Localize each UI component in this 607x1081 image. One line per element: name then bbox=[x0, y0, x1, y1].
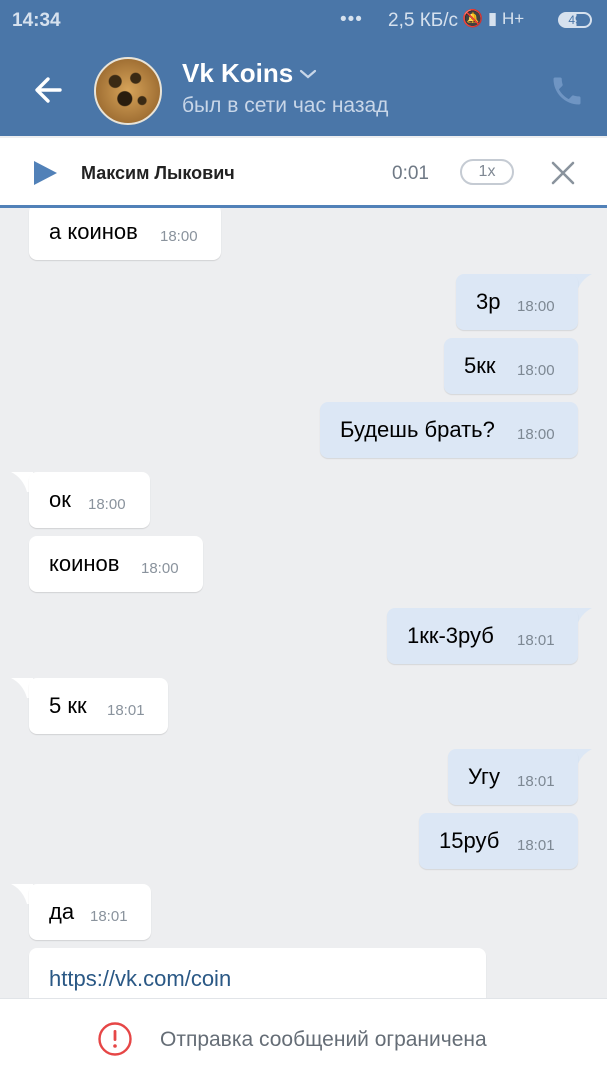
message-time: 18:00 bbox=[141, 560, 179, 577]
message-text: да bbox=[49, 899, 75, 924]
message-time: 18:00 bbox=[517, 298, 555, 315]
message-text: 5 кк bbox=[49, 693, 87, 718]
avatar[interactable] bbox=[94, 57, 162, 125]
message-time: 18:01 bbox=[107, 702, 145, 719]
signal-icons: 🔕 ▮ H+ bbox=[462, 9, 525, 28]
warning-icon bbox=[98, 1022, 132, 1056]
message-incoming[interactable]: а коинов 18:00 bbox=[29, 208, 221, 260]
message-outgoing[interactable]: Будешь брать? 18:00 bbox=[320, 402, 578, 458]
message-time: 18:01 bbox=[517, 773, 555, 790]
battery-icon: 49 bbox=[558, 12, 592, 28]
status-time: 14:34 bbox=[12, 10, 61, 31]
message-text: 5кк bbox=[464, 353, 496, 378]
message-list: а коинов 18:00 3р 18:00 5кк 18:00 Будешь… bbox=[0, 208, 607, 998]
play-icon[interactable] bbox=[30, 158, 60, 188]
audio-time: 0:01 bbox=[392, 163, 429, 184]
message-outgoing[interactable]: 5кк 18:00 bbox=[444, 338, 578, 394]
network-speed: 2,5 КБ/с bbox=[388, 10, 459, 31]
message-incoming[interactable]: ок 18:00 bbox=[29, 472, 150, 528]
message-text: 3р bbox=[476, 289, 501, 314]
message-time: 18:00 bbox=[160, 228, 198, 245]
restricted-banner: Отправка сообщений ограничена bbox=[0, 998, 607, 1081]
message-outgoing[interactable]: 15руб 18:01 bbox=[419, 813, 578, 869]
audio-author[interactable]: Максим Лыкович bbox=[81, 163, 235, 184]
chat-header: Vk Koins был в сети час назад bbox=[0, 44, 607, 136]
back-arrow-icon[interactable] bbox=[26, 66, 74, 114]
message-text: 15руб bbox=[439, 828, 500, 853]
playback-speed-button[interactable]: 1x bbox=[460, 159, 514, 185]
message-outgoing[interactable]: Угу 18:01 bbox=[448, 749, 578, 805]
chat-title[interactable]: Vk Koins bbox=[182, 58, 293, 89]
message-outgoing[interactable]: 3р 18:00 bbox=[456, 274, 578, 330]
link-text[interactable]: https://vk.com/coin bbox=[49, 966, 231, 992]
message-text: коинов bbox=[49, 551, 120, 576]
message-text: ок bbox=[49, 487, 71, 512]
phone-icon[interactable] bbox=[549, 73, 585, 109]
message-incoming[interactable]: да 18:01 bbox=[29, 884, 151, 940]
audio-player-bar: Максим Лыкович 0:01 1x bbox=[0, 138, 607, 208]
restricted-text: Отправка сообщений ограничена bbox=[160, 1028, 487, 1051]
chevron-down-icon[interactable] bbox=[298, 66, 318, 82]
message-text: 1кк-3руб bbox=[407, 623, 494, 648]
message-text: Будешь брать? bbox=[340, 417, 495, 442]
message-incoming[interactable]: коинов 18:00 bbox=[29, 536, 203, 592]
message-text: а коинов bbox=[49, 219, 138, 244]
status-bar: 14:34 ••• 2,5 КБ/с 🔕 ▮ H+ 49 bbox=[0, 0, 607, 44]
message-incoming[interactable]: 5 кк 18:01 bbox=[29, 678, 168, 734]
message-link[interactable]: https://vk.com/coin bbox=[29, 948, 486, 998]
message-time: 18:00 bbox=[88, 496, 126, 513]
message-time: 18:00 bbox=[517, 426, 555, 443]
chat-status: был в сети час назад bbox=[182, 94, 389, 117]
message-time: 18:01 bbox=[90, 908, 128, 925]
notification-dots-icon: ••• bbox=[340, 9, 363, 30]
message-time: 18:01 bbox=[517, 632, 555, 649]
message-outgoing[interactable]: 1кк-3руб 18:01 bbox=[387, 608, 578, 664]
message-time: 18:00 bbox=[517, 362, 555, 379]
message-text: Угу bbox=[468, 764, 501, 789]
close-icon[interactable] bbox=[548, 158, 578, 188]
message-time: 18:01 bbox=[517, 837, 555, 854]
